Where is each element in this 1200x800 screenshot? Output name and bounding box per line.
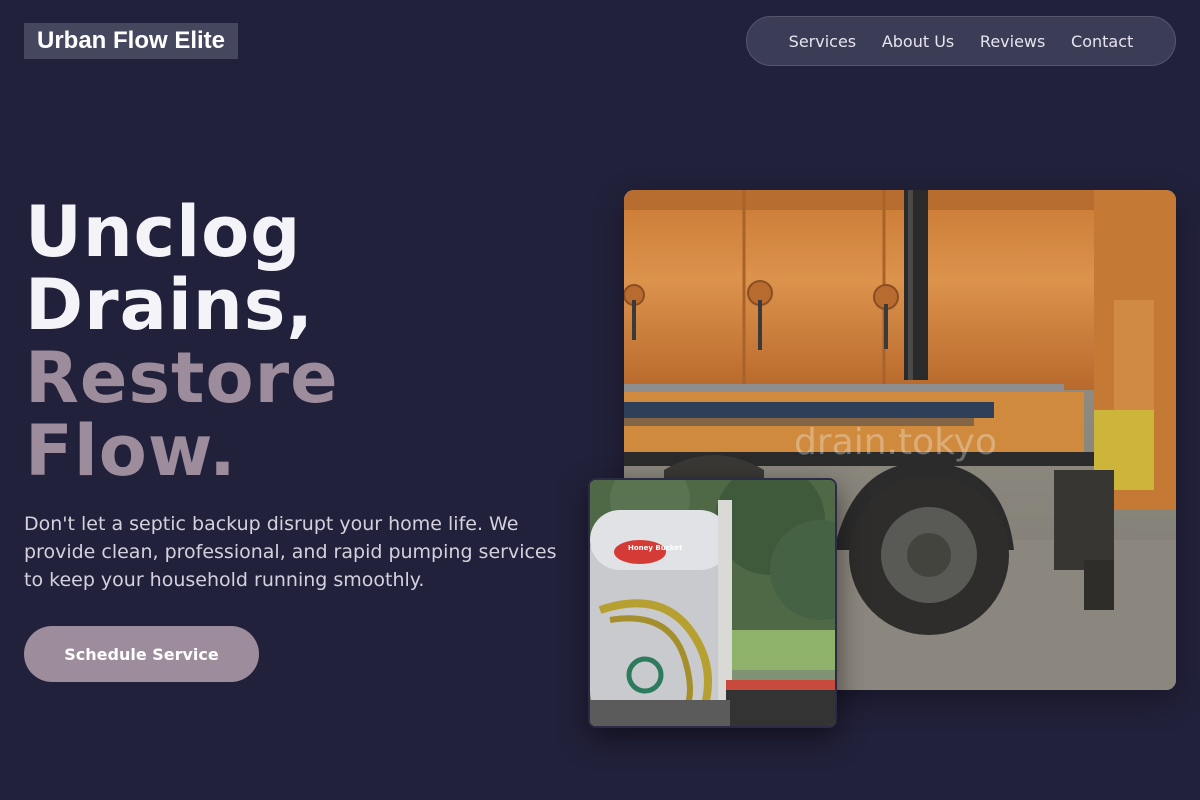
brand-logo[interactable]: Urban Flow Elite <box>24 23 239 59</box>
hero-description: Don't let a septic backup disrupt your h… <box>24 513 557 591</box>
headline-line-3: Restore <box>25 337 339 419</box>
schedule-service-button[interactable]: Schedule Service <box>24 626 259 682</box>
main-nav: Services About Us Reviews Contact <box>746 16 1176 66</box>
tank-badge: Honey Bucket <box>628 544 683 552</box>
headline-line-4: Flow. <box>25 410 237 492</box>
nav-link-about-us[interactable]: About Us <box>882 32 954 51</box>
hero-image-tank-truck: Honey Bucket <box>588 478 837 728</box>
hero-headline: Unclog Drains, Restore Flow. <box>25 196 339 488</box>
brand-name: Urban Flow Elite <box>37 27 226 54</box>
nav-link-services[interactable]: Services <box>789 32 856 51</box>
headline-line-2: Drains, <box>25 264 314 346</box>
headline-line-1: Unclog <box>25 191 302 273</box>
image-watermark: drain.tokyo <box>794 422 997 463</box>
nav-link-contact[interactable]: Contact <box>1071 32 1133 51</box>
nav-link-reviews[interactable]: Reviews <box>980 32 1045 51</box>
